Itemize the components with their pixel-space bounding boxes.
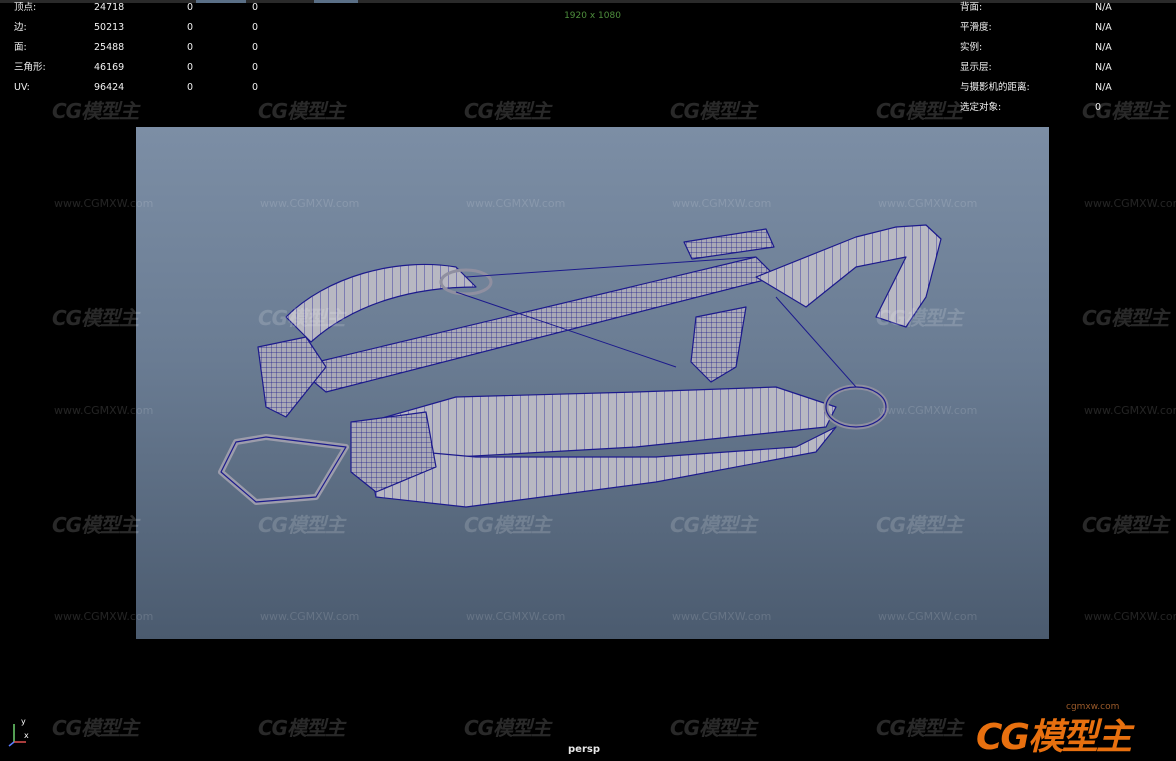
hud-label: 实例: xyxy=(960,42,983,53)
watermark-logo: CG模型主 xyxy=(876,716,963,740)
resolution-gate[interactable] xyxy=(136,127,1049,639)
hud-label: 平滑度: xyxy=(960,22,992,33)
object-details-hud: 背面: N/A 平滑度: N/A 实例: N/A 显示层: N/A 与摄影机的距… xyxy=(960,0,1140,118)
watermark-logo: CG模型主 xyxy=(258,99,345,123)
hud-selected-2: 0 xyxy=(252,2,259,13)
watermark-url: www.CGMXW.com xyxy=(1084,197,1176,210)
hud-value: 46169 xyxy=(94,62,125,73)
resolution-gate-label: 1920 x 1080 xyxy=(564,11,621,21)
watermark-logo: CG模型主 xyxy=(1082,513,1169,537)
watermark-logo: CG模型主 xyxy=(52,513,139,537)
watermark-url: www.CGMXW.com xyxy=(1084,610,1176,623)
hud-value: 0 xyxy=(1095,102,1102,113)
hud-value: 25488 xyxy=(94,42,125,53)
hud-label: 背面: xyxy=(960,2,983,13)
view-axis-gizmo: y x xyxy=(6,714,32,748)
hud-label: 边: xyxy=(14,22,27,33)
hud-value: 50213 xyxy=(94,22,125,33)
camera-name-label: persp xyxy=(568,744,600,755)
hud-value: N/A xyxy=(1095,2,1112,13)
poly-count-hud: 顶点: 24718 0 0 边: 50213 0 0 面: 25488 0 0 … xyxy=(14,0,294,98)
hud-value: N/A xyxy=(1095,22,1112,33)
hud-selected-2: 0 xyxy=(252,22,259,33)
watermark-logo: CG模型主 xyxy=(464,716,551,740)
hud-selected: 0 xyxy=(187,82,194,93)
hud-selected-2: 0 xyxy=(252,62,259,73)
brand-logo: CG模型主 xyxy=(976,717,1132,758)
watermark-logo: CG模型主 xyxy=(876,99,963,123)
hud-selected-2: 0 xyxy=(252,42,259,53)
hud-selected: 0 xyxy=(187,62,194,73)
hud-label: 与摄影机的距离: xyxy=(960,82,1030,93)
hud-value: N/A xyxy=(1095,42,1112,53)
hud-label: 三角形: xyxy=(14,62,46,73)
hud-label: 顶点: xyxy=(14,2,37,13)
hud-selected: 0 xyxy=(187,22,194,33)
watermark-logo: CG模型主 xyxy=(52,99,139,123)
toolbar-fragment xyxy=(314,0,358,3)
watermark-logo: CG模型主 xyxy=(670,716,757,740)
watermark-url: www.CGMXW.com xyxy=(1084,404,1176,417)
watermark-logo: CG模型主 xyxy=(670,99,757,123)
watermark-logo: CG模型主 xyxy=(52,306,139,330)
hud-label: 显示层: xyxy=(960,62,992,73)
hud-label: UV: xyxy=(14,82,30,93)
hud-selected: 0 xyxy=(187,2,194,13)
hud-value: 96424 xyxy=(94,82,125,93)
axis-x-label: x xyxy=(24,731,29,740)
hud-selected-2: 0 xyxy=(252,82,259,93)
hud-value: 24718 xyxy=(94,2,125,13)
hud-value: N/A xyxy=(1095,62,1112,73)
hud-selected: 0 xyxy=(187,42,194,53)
watermark-logo: CG模型主 xyxy=(1082,306,1169,330)
watermark-logo: CG模型主 xyxy=(464,99,551,123)
hud-label: 选定对象: xyxy=(960,102,1002,113)
axis-y-label: y xyxy=(21,717,26,726)
watermark-logo: CG模型主 xyxy=(258,716,345,740)
hud-label: 面: xyxy=(14,42,27,53)
watermark-logo: CG模型主 xyxy=(52,716,139,740)
crossbow-wireframe-model[interactable] xyxy=(136,127,1049,639)
brand-watermark: cgmxw.com CG模型主 xyxy=(976,700,1172,758)
hud-value: N/A xyxy=(1095,82,1112,93)
